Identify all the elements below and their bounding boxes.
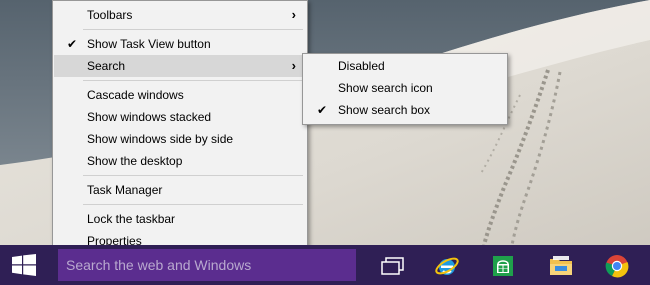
menu-item-label: Task Manager [87, 183, 163, 197]
submenu-item-show-search-box[interactable]: ✔ Show search box [304, 99, 506, 121]
internet-explorer-button[interactable] [434, 253, 460, 279]
menu-item-task-manager[interactable]: Task Manager [54, 179, 306, 201]
menu-item-lock-the-taskbar[interactable]: Lock the taskbar [54, 208, 306, 230]
menu-item-show-windows-stacked[interactable]: Show windows stacked [54, 106, 306, 128]
taskbar-context-menu: Toolbars › ✔ Show Task View button Searc… [52, 0, 308, 253]
menu-item-label: Toolbars [87, 8, 133, 22]
submenu-arrow-icon: › [291, 7, 296, 22]
menu-item-label: Search [87, 59, 126, 73]
menu-item-label: Show windows stacked [87, 110, 212, 124]
task-view-icon [381, 257, 404, 275]
menu-item-label: Lock the taskbar [87, 212, 176, 226]
start-button[interactable] [0, 245, 48, 285]
submenu-item-disabled[interactable]: Disabled [304, 55, 506, 77]
store-icon [493, 256, 513, 276]
menu-item-label: Show search box [338, 103, 431, 117]
start-windows-icon [12, 254, 36, 276]
menu-item-search[interactable]: Search › [54, 55, 306, 77]
store-button[interactable] [490, 253, 516, 279]
menu-item-show-task-view-button[interactable]: ✔ Show Task View button [54, 33, 306, 55]
file-explorer-icon [550, 256, 572, 275]
submenu-item-show-search-icon[interactable]: Show search icon [304, 77, 506, 99]
menu-separator [83, 175, 303, 176]
menu-item-label: Disabled [338, 59, 385, 73]
chrome-icon [605, 255, 629, 278]
menu-separator [83, 80, 303, 81]
task-view-button[interactable] [380, 253, 406, 279]
menu-item-label: Show the desktop [87, 154, 183, 168]
menu-item-label: Cascade windows [87, 88, 184, 102]
search-submenu: Disabled Show search icon ✔ Show search … [302, 53, 508, 125]
internet-explorer-icon [435, 257, 459, 275]
menu-item-toolbars[interactable]: Toolbars › [54, 4, 306, 26]
menu-item-show-windows-side-by-side[interactable]: Show windows side by side [54, 128, 306, 150]
menu-item-cascade-windows[interactable]: Cascade windows [54, 84, 306, 106]
menu-item-show-the-desktop[interactable]: Show the desktop [54, 150, 306, 172]
menu-item-label: Show search icon [338, 81, 433, 95]
menu-separator [83, 204, 303, 205]
submenu-arrow-icon: › [291, 58, 296, 73]
file-explorer-button[interactable] [548, 253, 574, 279]
menu-item-label: Show windows side by side [87, 132, 234, 146]
chrome-button[interactable] [604, 253, 630, 279]
taskbar: Search the web and Windows [0, 245, 650, 285]
menu-item-label: Show Task View button [87, 37, 211, 51]
search-input[interactable]: Search the web and Windows [58, 249, 356, 281]
menu-separator [83, 29, 303, 30]
checkmark-icon: ✔ [66, 37, 78, 51]
checkmark-icon: ✔ [316, 103, 328, 117]
